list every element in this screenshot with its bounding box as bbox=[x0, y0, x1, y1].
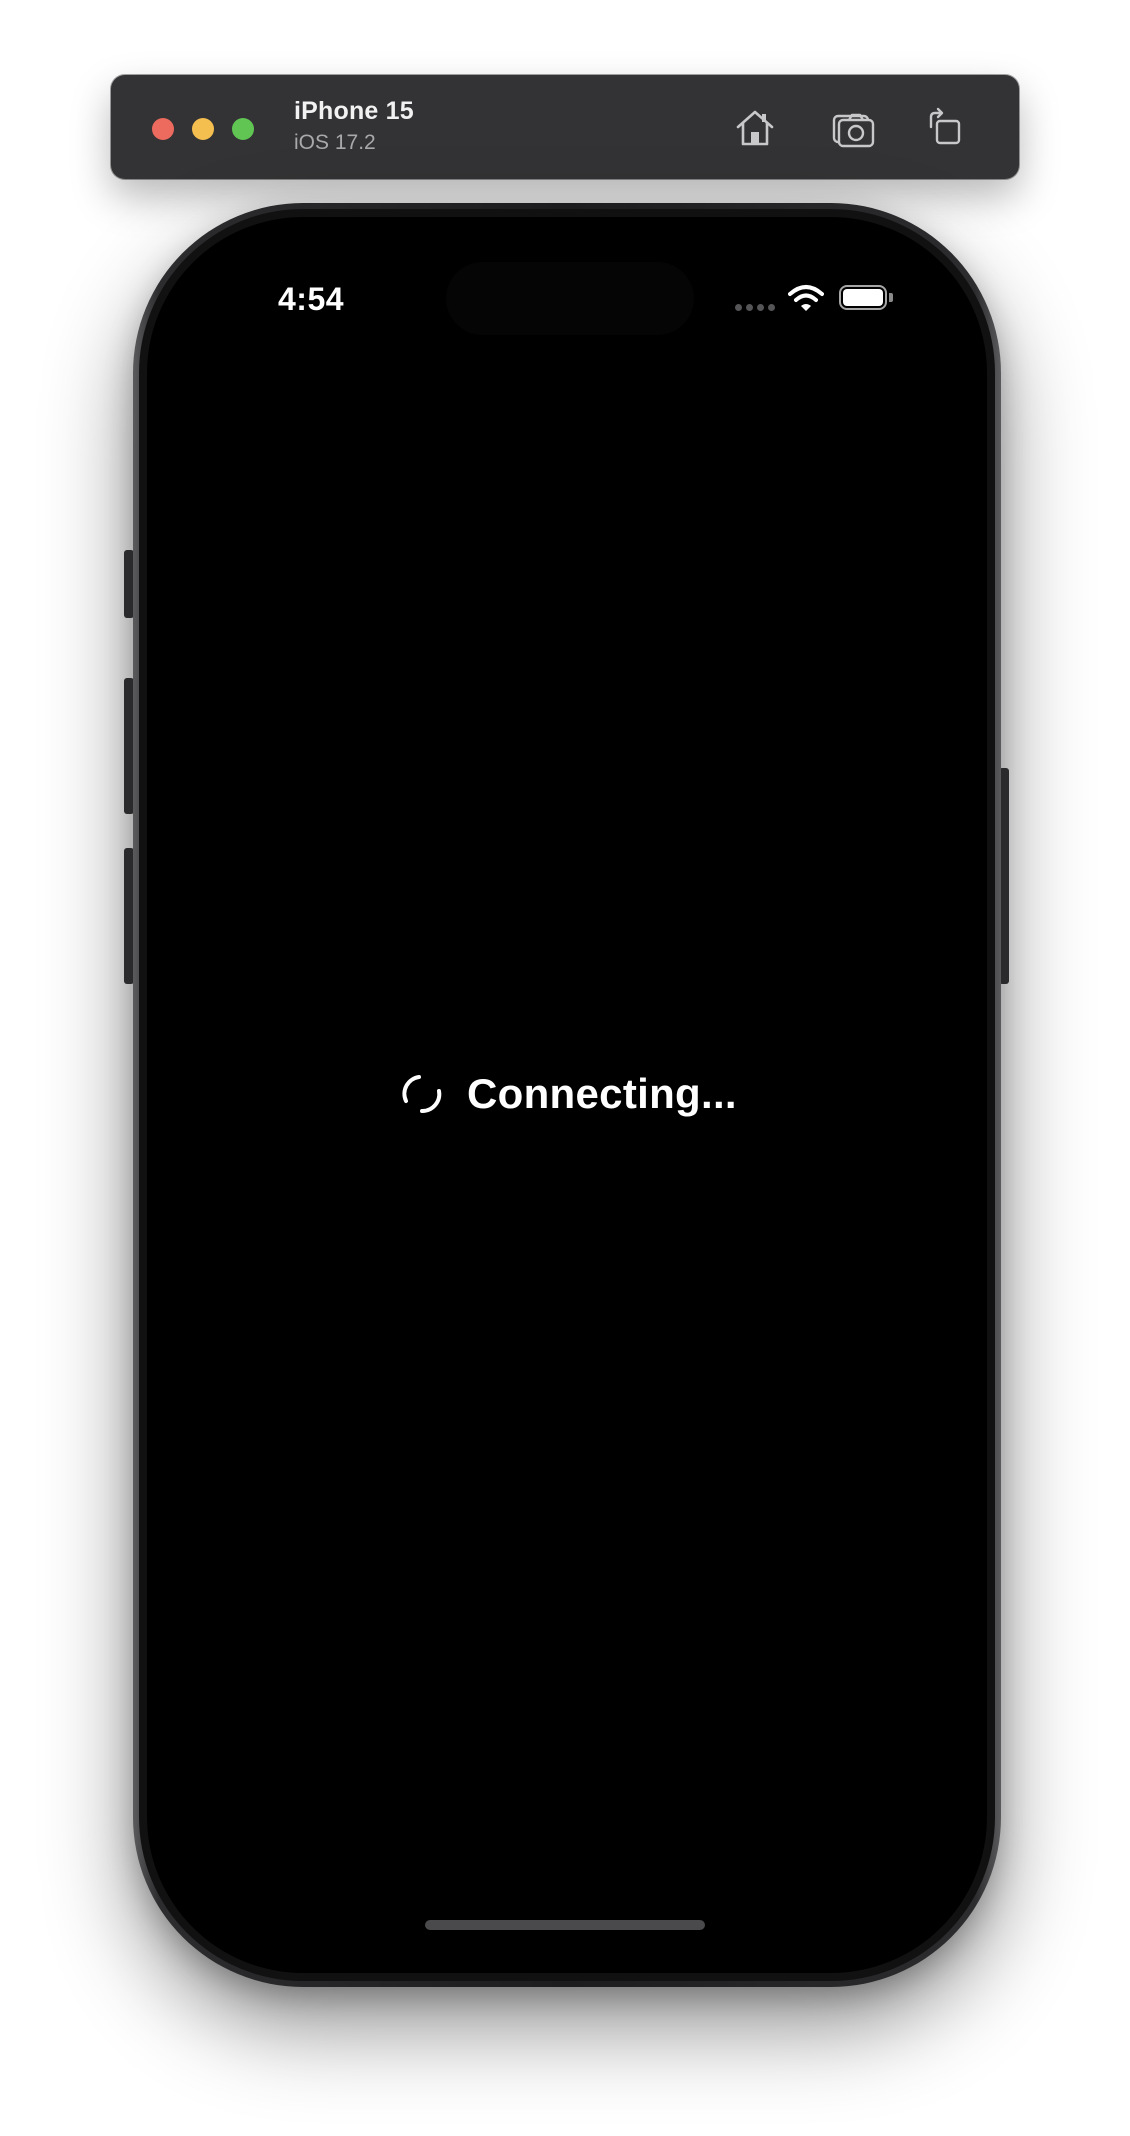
simulator-window: iPhone 15 iOS 17.2 4:54 Connecting... bbox=[0, 0, 1130, 2136]
wifi-icon bbox=[788, 285, 824, 311]
rotate-icon bbox=[929, 107, 961, 145]
minimize-window-button[interactable] bbox=[192, 118, 214, 140]
home-button[interactable] bbox=[730, 105, 780, 151]
connecting-label: Connecting... bbox=[467, 1070, 737, 1117]
screenshot-button[interactable] bbox=[829, 105, 879, 151]
close-window-button[interactable] bbox=[152, 118, 174, 140]
device-name: iPhone 15 bbox=[294, 97, 414, 125]
camera-icon bbox=[832, 113, 875, 148]
dynamic-island bbox=[446, 262, 694, 335]
house-icon bbox=[736, 110, 774, 146]
home-indicator[interactable] bbox=[425, 1920, 705, 1930]
simulator-toolbar: iPhone 15 iOS 17.2 bbox=[111, 75, 1019, 179]
os-version: iOS 17.2 bbox=[294, 131, 376, 154]
rotate-button[interactable] bbox=[919, 105, 969, 151]
device-screen[interactable]: 4:54 Connecting... bbox=[147, 217, 987, 1973]
spinner-icon bbox=[402, 1075, 442, 1114]
connecting-indicator: Connecting... bbox=[397, 1069, 737, 1119]
zoom-window-button[interactable] bbox=[232, 118, 254, 140]
battery-icon bbox=[839, 285, 887, 310]
battery-cap bbox=[889, 293, 893, 302]
status-time: 4:54 bbox=[278, 281, 345, 317]
cellular-dots-icon bbox=[735, 304, 775, 311]
battery-level bbox=[843, 289, 883, 306]
